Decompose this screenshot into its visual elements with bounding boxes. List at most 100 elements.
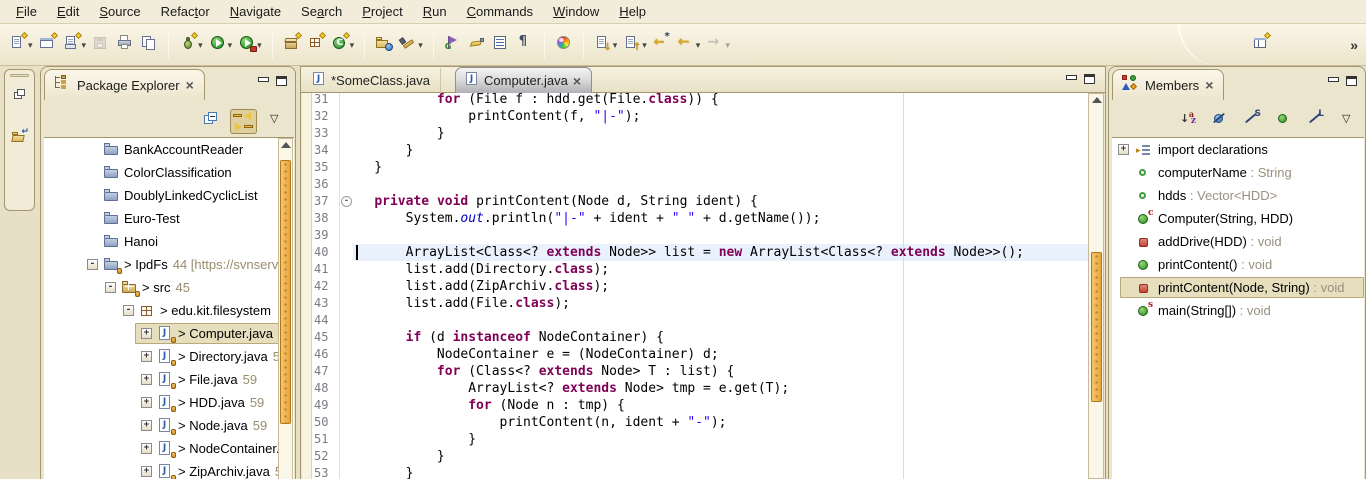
expander-icon[interactable]: -: [123, 305, 134, 316]
tree-item[interactable]: -> src45: [44, 277, 280, 299]
tree-item[interactable]: -> edu.kit.filesystem: [44, 300, 280, 322]
tree-item[interactable]: -> IpdFs44 [https://svnserver.i: [44, 254, 280, 276]
member-item[interactable]: +▸import declarations: [1112, 139, 1364, 161]
debug-button[interactable]: ▾: [177, 31, 205, 59]
member-item[interactable]: printContent(Node, String) : void: [1112, 277, 1364, 299]
next-annotation-button[interactable]: ↓▾: [592, 31, 620, 59]
open-artifact-button[interactable]: [373, 31, 395, 59]
forward-button[interactable]: →▾: [704, 31, 732, 59]
tree-item[interactable]: Euro-Test: [44, 208, 280, 230]
maximize-button[interactable]: [1346, 76, 1357, 86]
expander-icon[interactable]: +: [1118, 144, 1129, 155]
tree-item[interactable]: BankAccountReader: [44, 139, 280, 161]
new-view-button[interactable]: ▾: [61, 31, 89, 59]
scrollbar-thumb[interactable]: [1091, 252, 1102, 402]
search-button[interactable]: ▾: [397, 31, 425, 59]
tree-item[interactable]: DoublyLinkedCyclicList: [44, 185, 280, 207]
save-button[interactable]: [90, 31, 112, 59]
expander-icon[interactable]: +: [141, 351, 152, 362]
tree-item[interactable]: +J> Computer.java59: [44, 323, 280, 345]
new-java-project-button[interactable]: [281, 31, 303, 59]
run-button[interactable]: ▾: [207, 31, 235, 59]
close-icon[interactable]: ×: [1205, 79, 1213, 91]
member-item[interactable]: smain(String[]) : void: [1112, 300, 1364, 322]
menu-project[interactable]: Project: [352, 2, 412, 21]
members-tab[interactable]: Members ×: [1112, 69, 1224, 100]
tree-item[interactable]: +J> ZipArchiv.java59: [44, 461, 280, 479]
menu-run[interactable]: Run: [413, 2, 457, 21]
menu-refactor[interactable]: Refactor: [151, 2, 220, 21]
menu-edit[interactable]: Edit: [47, 2, 89, 21]
hide-static-button[interactable]: S: [1243, 110, 1261, 132]
expander-icon[interactable]: +: [141, 420, 152, 431]
back-button[interactable]: ←▾: [675, 31, 703, 59]
menu-window[interactable]: Window: [543, 2, 609, 21]
new-java-package-button[interactable]: [305, 31, 327, 59]
member-item[interactable]: cComputer(String, HDD): [1112, 208, 1364, 230]
package-explorer-tab[interactable]: Package Explorer ×: [44, 69, 205, 100]
line-number-ruler[interactable]: 3132333435363738394041424344454647484950…: [312, 93, 340, 479]
open-resource-button[interactable]: [138, 31, 160, 59]
expander-icon[interactable]: +: [141, 374, 152, 385]
menu-file[interactable]: File: [6, 2, 47, 21]
menu-source[interactable]: Source: [89, 2, 150, 21]
expander-icon[interactable]: -: [87, 259, 98, 270]
last-edit-location-button[interactable]: ←*: [651, 31, 673, 59]
fast-view-drag-handle[interactable]: [10, 74, 29, 77]
previous-annotation-button[interactable]: ↑▾: [621, 31, 649, 59]
expander-icon[interactable]: +: [141, 443, 152, 454]
new-window-button[interactable]: [37, 31, 59, 59]
new-java-class-button[interactable]: C▾: [329, 31, 357, 59]
restore-view-button[interactable]: [11, 86, 29, 104]
tree-item[interactable]: +J> NodeContainer.java59: [44, 438, 280, 460]
menu-search[interactable]: Search: [291, 2, 352, 21]
editor-scrollbar[interactable]: [1088, 93, 1104, 479]
tab-computer-java[interactable]: J Computer.java ×: [455, 67, 592, 93]
members-list[interactable]: +▸import declarationscomputerName : Stri…: [1112, 137, 1364, 479]
tree-item[interactable]: Hanoi: [44, 231, 280, 253]
external-tools-button[interactable]: ▾: [236, 31, 264, 59]
open-type-hierarchy-button[interactable]: G: [442, 31, 464, 59]
maximize-button[interactable]: [276, 76, 287, 86]
scrollbar-thumb[interactable]: [280, 160, 291, 424]
view-menu-button[interactable]: ▽: [1339, 110, 1357, 132]
tree-item[interactable]: +J> Node.java59: [44, 415, 280, 437]
sort-button[interactable]: ↓az: [1179, 110, 1197, 132]
open-perspective-button[interactable]: [1252, 34, 1270, 56]
hide-local-types-button[interactable]: L: [1307, 110, 1325, 132]
show-outline-button[interactable]: [490, 31, 512, 59]
open-folder-view-button[interactable]: ↵: [11, 128, 29, 146]
color-ball-button[interactable]: [553, 31, 575, 59]
expander-icon[interactable]: +: [141, 397, 152, 408]
menu-help[interactable]: Help: [609, 2, 656, 21]
scroll-up-arrow-icon[interactable]: [281, 142, 291, 148]
code-editor[interactable]: 3132333435363738394041424344454647484950…: [312, 93, 1090, 479]
tab-someclass-java[interactable]: J *SomeClass.java: [303, 68, 441, 93]
minimize-button[interactable]: [1328, 77, 1339, 82]
tree-item[interactable]: ColorClassification: [44, 162, 280, 184]
minimize-button[interactable]: [1066, 75, 1077, 80]
link-with-editor-button[interactable]: [230, 109, 257, 134]
view-menu-button[interactable]: ▽: [267, 110, 285, 132]
expander-icon[interactable]: -: [105, 282, 116, 293]
tree-item[interactable]: +J> HDD.java59: [44, 392, 280, 414]
tree-item[interactable]: +J> File.java59: [44, 369, 280, 391]
expander-icon[interactable]: +: [141, 328, 152, 339]
maximize-button[interactable]: [1084, 74, 1095, 84]
print-button[interactable]: [114, 31, 136, 59]
project-tree[interactable]: BankAccountReaderColorClassificationDoub…: [44, 137, 280, 479]
hide-non-public-button[interactable]: [1275, 110, 1293, 132]
member-item[interactable]: addDrive(HDD) : void: [1112, 231, 1364, 253]
tree-item[interactable]: +J> Directory.java59: [44, 346, 280, 368]
tab-close-icon[interactable]: ×: [573, 75, 581, 87]
menu-navigate[interactable]: Navigate: [220, 2, 291, 21]
member-item[interactable]: printContent() : void: [1112, 254, 1364, 276]
toolbar-overflow-chevron[interactable]: »: [1350, 37, 1358, 53]
new-wizard-button[interactable]: ▾: [7, 31, 35, 59]
collapse-all-button[interactable]: [202, 110, 220, 132]
scroll-up-arrow-icon[interactable]: [1092, 97, 1102, 103]
member-item[interactable]: hdds : Vector<HDD>: [1112, 185, 1364, 207]
menu-commands[interactable]: Commands: [457, 2, 543, 21]
hide-fields-button[interactable]: [1211, 110, 1229, 132]
minimize-button[interactable]: [258, 77, 269, 82]
